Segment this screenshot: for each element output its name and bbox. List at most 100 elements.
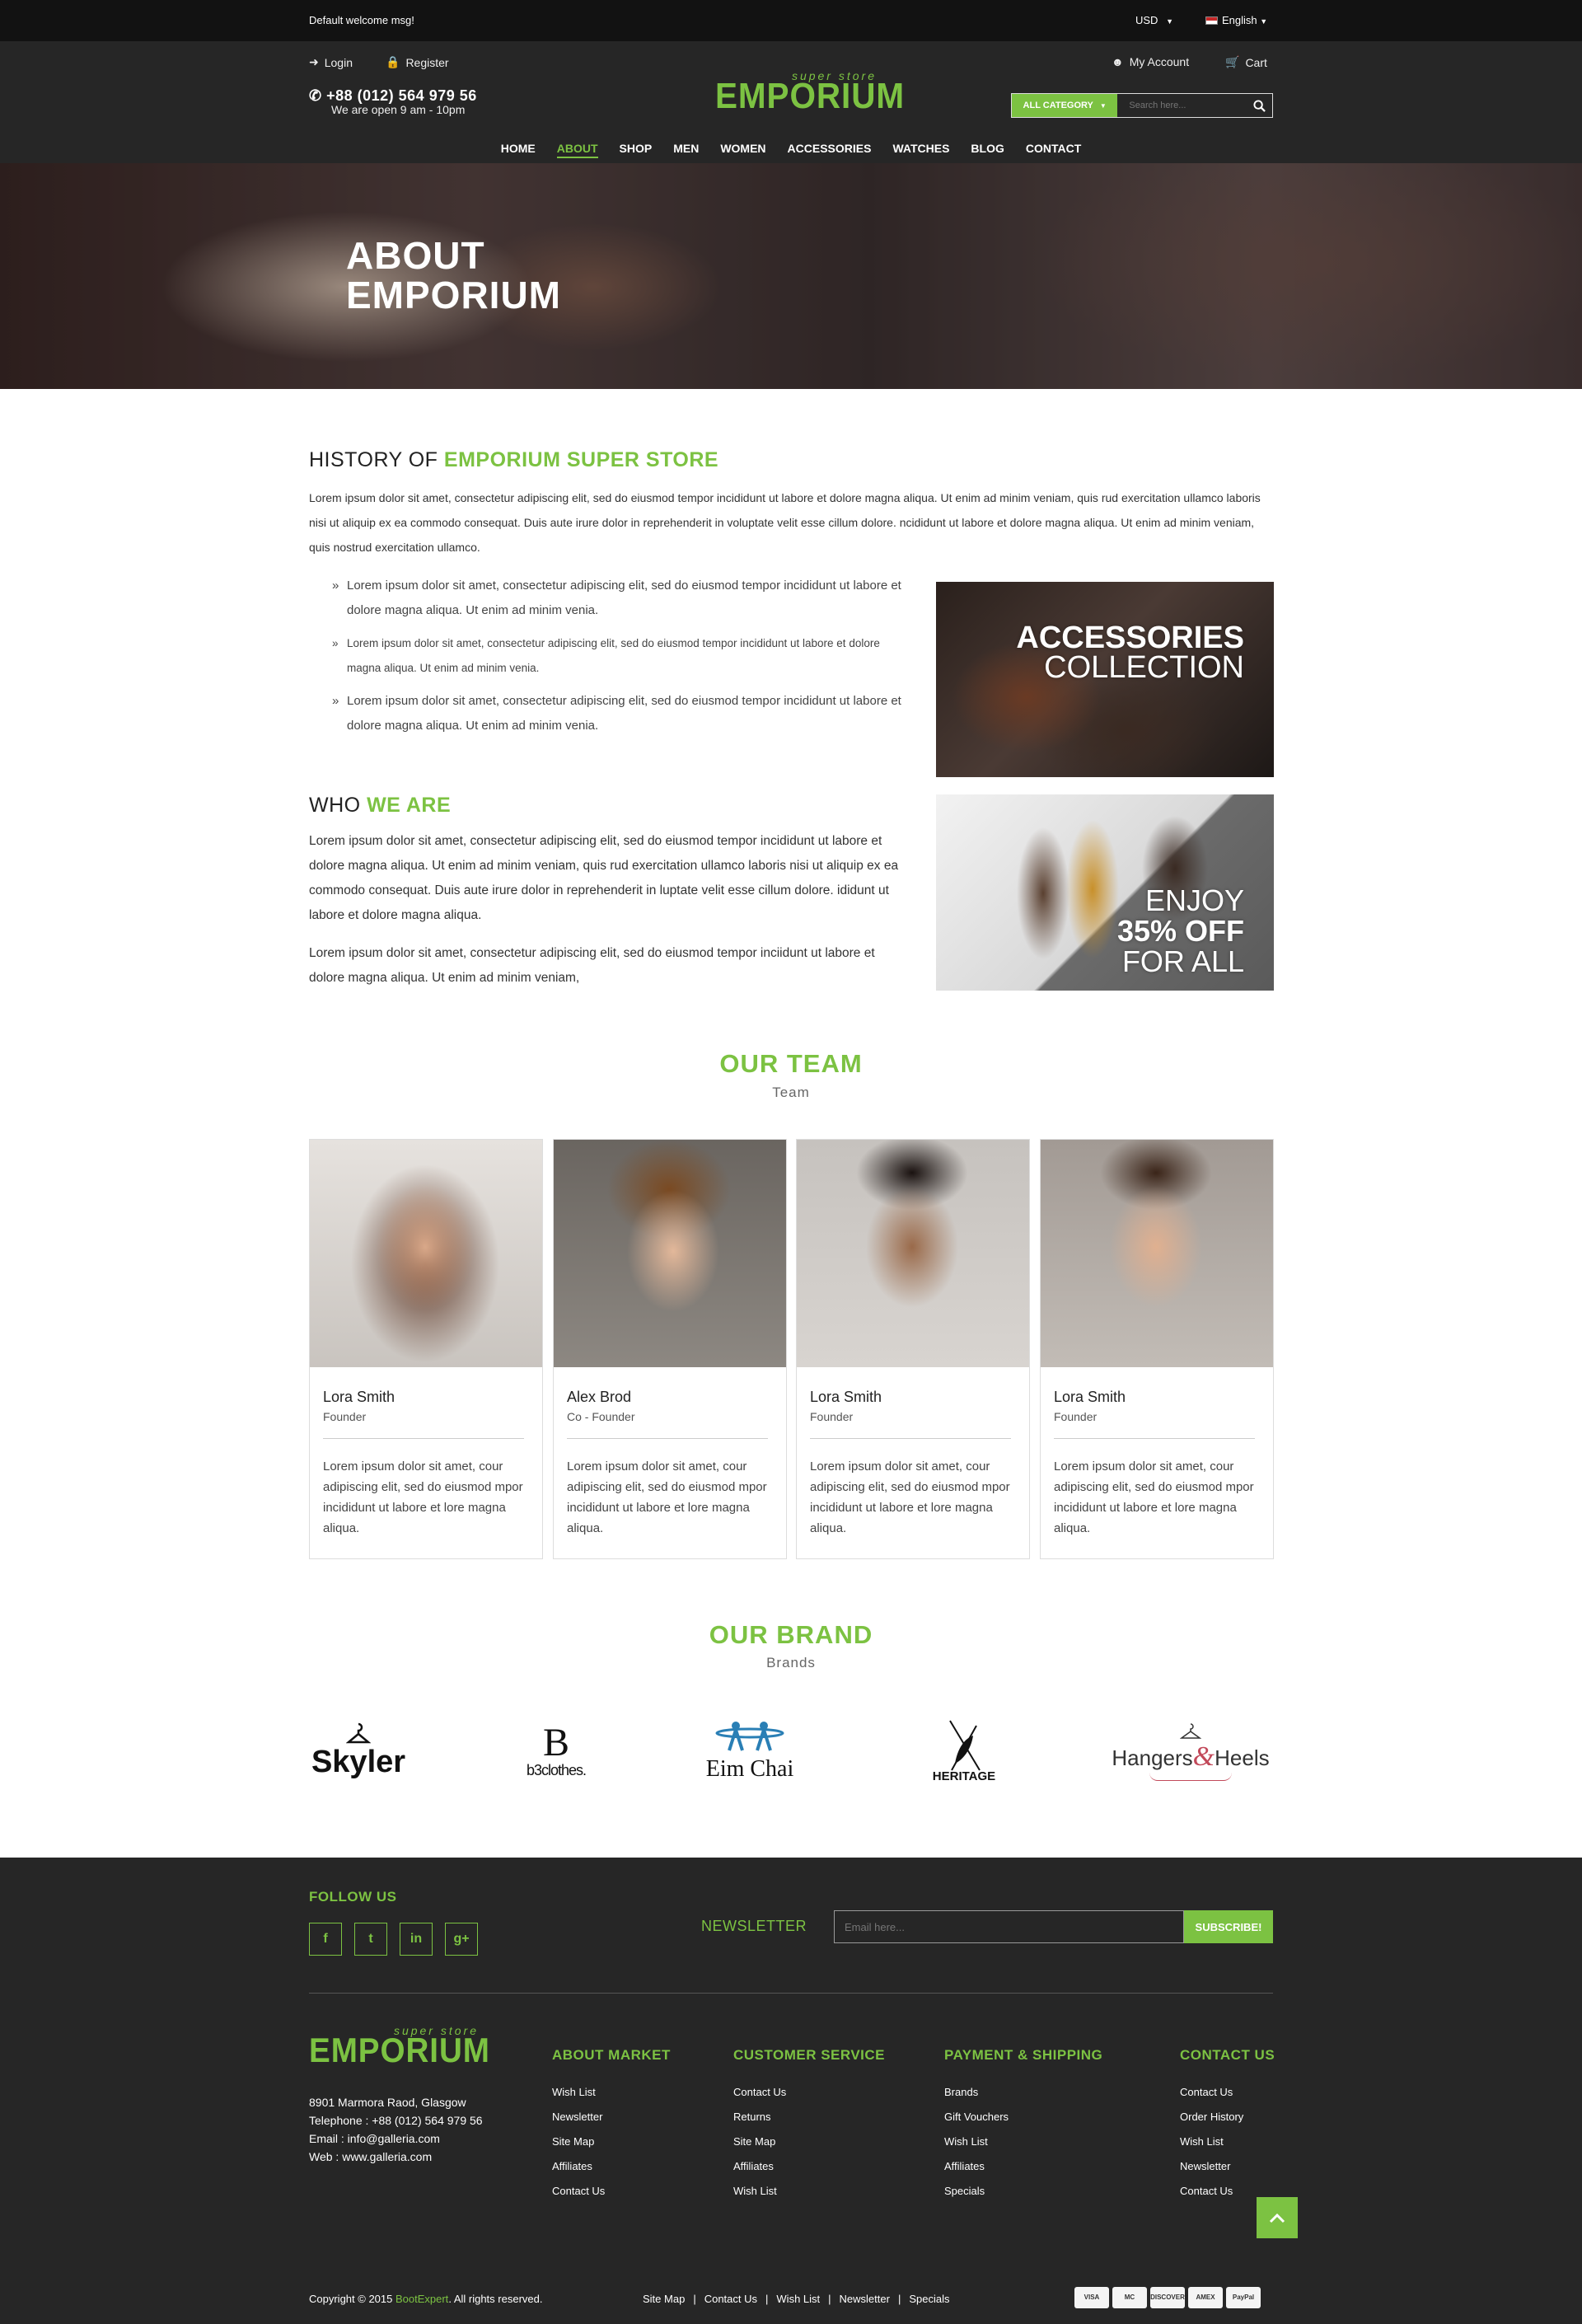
page-banner: ABOUT EMPORIUM [0, 163, 1582, 389]
footer-link[interactable]: Wish List [733, 2179, 885, 2204]
category-dropdown[interactable]: ALL CATEGORY ▼ [1012, 94, 1118, 117]
site-logo[interactable]: super store EMPORIUM [715, 69, 904, 116]
link-separator: | [897, 2293, 901, 2305]
nav-item-blog[interactable]: BLOG [960, 134, 1014, 163]
brands-subtitle: Brands [766, 1655, 816, 1670]
facebook-icon[interactable]: f [309, 1923, 342, 1956]
discount-banner[interactable]: ENJOY 35% OFF FOR ALL [936, 794, 1274, 991]
bottom-link[interactable]: Contact Us [704, 2293, 757, 2305]
lock-icon: 🔒 [386, 55, 400, 68]
brand-name: Hangers [1112, 1745, 1193, 1770]
currency-selector[interactable]: USD ▼ [1135, 14, 1173, 26]
footer-link[interactable]: Affiliates [944, 2154, 1102, 2179]
nav-item-watches[interactable]: WATCHES [882, 134, 960, 163]
promo-title: ACCESSORIES [1016, 621, 1244, 655]
register-link[interactable]: 🔒 Register [386, 55, 449, 69]
nav-item-about[interactable]: ABOUT [546, 134, 609, 163]
footer-link[interactable]: Newsletter [552, 2105, 671, 2130]
footer-column: CUSTOMER SERVICE Contact Us Returns Site Ma… [733, 2047, 885, 2204]
footer-link[interactable]: Gift Vouchers [944, 2105, 1102, 2130]
card-divider [567, 1438, 768, 1439]
brand-logo-heritage[interactable]: HERITAGE [915, 1714, 1013, 1788]
chevron-up-icon [1269, 2213, 1285, 2223]
brand-name: Eim Chai [705, 1755, 794, 1782]
brands-title: OUR BRAND [709, 1620, 873, 1649]
history-title-accent: EMPORIUM SUPER STORE [443, 448, 719, 471]
footer-link[interactable]: Affiliates [733, 2154, 885, 2179]
currency-label: USD [1135, 14, 1158, 26]
chevron-down-icon: ▼ [1099, 101, 1107, 110]
footer-link[interactable]: Site Map [552, 2130, 671, 2154]
nav-item-women[interactable]: WOMEN [709, 134, 776, 163]
payment-visa-icon: VISA [1074, 2287, 1109, 2308]
footer-link[interactable]: Affiliates [552, 2154, 671, 2179]
login-link[interactable]: ➜ Login [309, 55, 353, 69]
footer-link[interactable]: Contact Us [552, 2179, 671, 2204]
footer-link[interactable]: Order History [1180, 2105, 1275, 2130]
team-member-name: Alex Brod [567, 1389, 632, 1405]
nav-item-men[interactable]: MEN [662, 134, 709, 163]
history-section: HISTORY OF EMPORIUM SUPER STORE Lorem ip… [309, 448, 1273, 560]
footer-link[interactable]: Wish List [1180, 2130, 1275, 2154]
bottom-link[interactable]: Wish List [776, 2293, 820, 2305]
footer-link[interactable]: Site Map [733, 2130, 885, 2154]
bottom-link[interactable]: Site Map [643, 2293, 685, 2305]
bottom-link[interactable]: Newsletter [840, 2293, 890, 2305]
opening-hours: We are open 9 am - 10pm [331, 103, 466, 116]
nav-item-home[interactable]: HOME [490, 134, 546, 163]
footer-link[interactable]: Specials [944, 2179, 1102, 2204]
team-card: Lora Smith Founder Lorem ipsum dolor sit a… [1040, 1139, 1274, 1559]
team-subtitle: Team [772, 1085, 810, 1100]
category-label: ALL CATEGORY [1023, 101, 1093, 110]
team-photo [797, 1140, 1029, 1367]
footer-link[interactable]: Contact Us [1180, 2080, 1275, 2105]
footer-column-title: ABOUT MARKET [552, 2047, 671, 2063]
brand-logo-skyler[interactable]: Skyler [309, 1714, 408, 1788]
brand-logo-eim-chai[interactable]: Eim Chai [700, 1714, 799, 1788]
team-member-role: Founder [1054, 1410, 1098, 1423]
google-plus-icon[interactable]: g+ [445, 1923, 478, 1956]
flag-icon [1205, 16, 1218, 25]
bottom-link[interactable]: Specials [909, 2293, 949, 2305]
linkedin-icon[interactable]: in [400, 1923, 433, 1956]
footer-link[interactable]: Returns [733, 2105, 885, 2130]
brand-logo-b3clothes[interactable]: B b3clothes. [511, 1714, 601, 1788]
footer-link[interactable]: Wish List [552, 2080, 671, 2105]
back-to-top-button[interactable] [1257, 2197, 1298, 2238]
my-account-link[interactable]: ☻ My Account [1112, 55, 1189, 68]
footer-link[interactable]: Contact Us [733, 2080, 885, 2105]
list-item: Lorem ipsum dolor sit amet, consectetur … [332, 631, 915, 681]
footer-link[interactable]: Brands [944, 2080, 1102, 2105]
footer-logo[interactable]: super store EMPORIUM [309, 2024, 489, 2069]
team-member-role: Co - Founder [567, 1410, 635, 1423]
search-icon [1253, 99, 1266, 112]
nav-item-contact[interactable]: CONTACT [1015, 134, 1092, 163]
brand-swoosh [1149, 1773, 1232, 1781]
page-title-line-1: ABOUT [346, 234, 485, 277]
cart-link[interactable]: 🛒 Cart [1225, 55, 1267, 69]
history-paragraph: Lorem ipsum dolor sit amet, consectetur … [309, 491, 1261, 554]
twitter-icon[interactable]: t [354, 1923, 387, 1956]
brand-logo-hangers-heels[interactable]: Hangers&Heels [1108, 1714, 1273, 1788]
accessories-banner[interactable]: ACCESSORIES COLLECTION [936, 582, 1274, 777]
nav-item-accessories[interactable]: ACCESSORIES [777, 134, 882, 163]
link-separator: | [765, 2293, 769, 2305]
footer-column: ABOUT MARKET Wish List Newsletter Site Map A… [552, 2047, 671, 2204]
nav-item-shop[interactable]: SHOP [609, 134, 663, 163]
who-section: WHO WE ARE Lorem ipsum dolor sit amet, c… [309, 794, 902, 991]
language-label: English [1222, 14, 1257, 26]
search-button[interactable] [1246, 94, 1272, 117]
footer-link[interactable]: Wish List [944, 2130, 1102, 2154]
hanger-icon [1179, 1722, 1202, 1739]
main-nav: HOME ABOUT SHOP MEN WOMEN ACCESSORIES WATCHES B… [0, 134, 1582, 163]
who-title-accent: WE ARE [367, 794, 452, 817]
history-title-plain: HISTORY OF [309, 448, 438, 471]
footer-link[interactable]: Newsletter [1180, 2154, 1275, 2179]
language-selector[interactable]: English ▼ [1205, 14, 1267, 26]
search-input[interactable] [1117, 94, 1247, 117]
subscribe-button[interactable]: SUBSCRIBE! [1184, 1910, 1273, 1943]
card-divider [1054, 1438, 1255, 1439]
newsletter-email-input[interactable] [834, 1910, 1184, 1943]
copyright-brand-link[interactable]: BootExpert [396, 2293, 448, 2305]
list-item: Lorem ipsum dolor sit amet, consectetur … [332, 574, 915, 623]
